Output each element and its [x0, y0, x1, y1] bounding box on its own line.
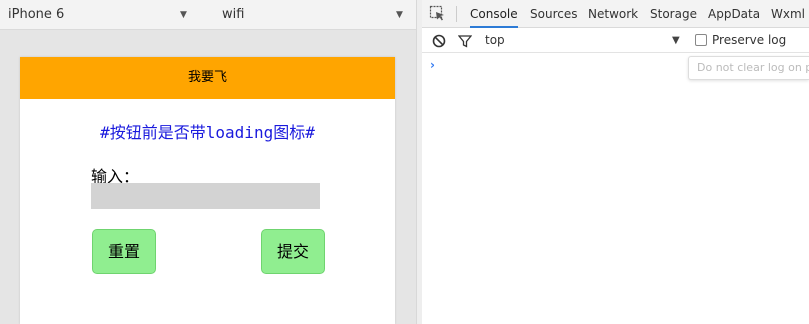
phone-screen: 我要飞 #按钮前是否带loading图标# 输入： 重置 提交: [20, 57, 395, 324]
chevron-down-icon: ▼: [180, 10, 187, 20]
devtools-tabbar: Console Sources Network Storage AppData …: [422, 0, 809, 28]
console-prompt-icon: ›: [430, 58, 435, 72]
tab-storage[interactable]: Storage: [650, 0, 697, 28]
clear-console-icon[interactable]: [432, 34, 446, 48]
inspect-element-icon[interactable]: [429, 5, 446, 22]
tab-network[interactable]: Network: [588, 0, 638, 28]
device-select[interactable]: iPhone 6 ▼: [8, 0, 190, 30]
reset-button[interactable]: 重置: [92, 229, 156, 274]
submit-button[interactable]: 提交: [261, 229, 325, 274]
tab-console[interactable]: Console: [470, 0, 518, 28]
console-filter-bar: top ▼ Preserve log: [422, 28, 809, 53]
simulator-toolbar: iPhone 6 ▼ wifi ▼: [0, 0, 416, 30]
filter-icon[interactable]: [458, 34, 472, 48]
devtools-pane: Console Sources Network Storage AppData …: [422, 0, 809, 324]
network-select-value: wifi: [222, 7, 245, 22]
tab-appdata[interactable]: AppData: [708, 0, 760, 28]
tab-sources[interactable]: Sources: [530, 0, 577, 28]
text-input[interactable]: [91, 183, 320, 209]
page-heading: #按钮前是否带loading图标#: [100, 123, 315, 142]
chevron-down-icon: ▼: [396, 10, 403, 20]
device-select-value: iPhone 6: [8, 7, 65, 22]
preserve-log-checkbox[interactable]: [695, 34, 707, 46]
triangle-down-icon[interactable]: ▼: [672, 28, 680, 53]
nav-title: 我要飞: [187, 70, 227, 85]
preserve-log-label: Preserve log: [712, 33, 787, 47]
network-select[interactable]: wifi ▼: [222, 0, 406, 30]
tab-wxml[interactable]: Wxml: [771, 0, 805, 28]
toolbar-divider: [456, 6, 457, 22]
simulator-pane: iPhone 6 ▼ wifi ▼ 我要飞 #按钮前是否带loading图标# …: [0, 0, 416, 324]
navigation-bar: 我要飞: [20, 57, 395, 99]
context-selector[interactable]: top: [485, 28, 505, 53]
preserve-log-tooltip: Do not clear log on page: [688, 56, 809, 80]
